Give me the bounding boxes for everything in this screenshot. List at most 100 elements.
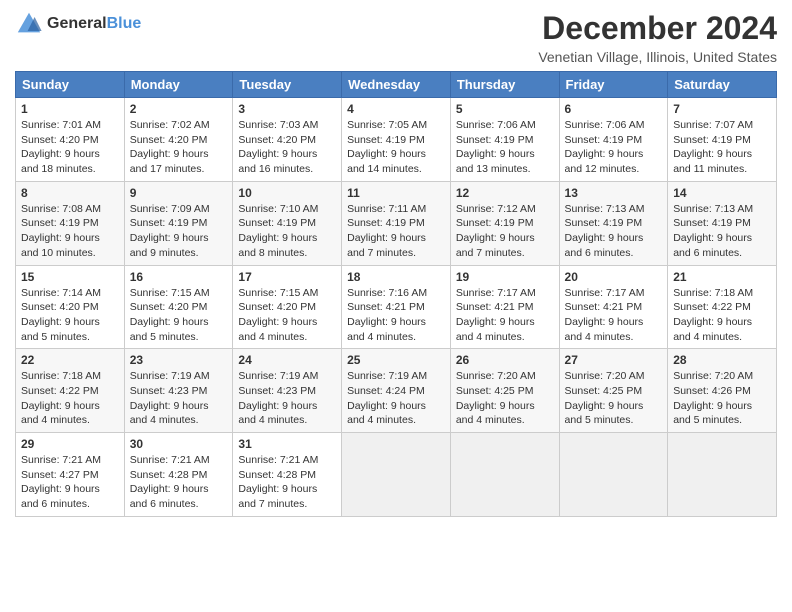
title-area: December 2024 Venetian Village, Illinois…: [538, 10, 777, 65]
calendar-cell: [342, 433, 451, 517]
calendar-cell: 6 Sunrise: 7:06 AM Sunset: 4:19 PM Dayli…: [559, 98, 668, 182]
header: GeneralBlue December 2024 Venetian Villa…: [15, 10, 777, 65]
day-number: 20: [565, 270, 663, 284]
column-header-thursday: Thursday: [450, 72, 559, 98]
column-header-saturday: Saturday: [668, 72, 777, 98]
cell-info: Sunrise: 7:01 AM Sunset: 4:20 PM Dayligh…: [21, 118, 119, 177]
cell-info: Sunrise: 7:13 AM Sunset: 4:19 PM Dayligh…: [565, 202, 663, 261]
cell-info: Sunrise: 7:21 AM Sunset: 4:28 PM Dayligh…: [238, 453, 336, 512]
day-number: 23: [130, 353, 228, 367]
cell-info: Sunrise: 7:14 AM Sunset: 4:20 PM Dayligh…: [21, 286, 119, 345]
day-number: 10: [238, 186, 336, 200]
column-header-tuesday: Tuesday: [233, 72, 342, 98]
calendar-cell: 29 Sunrise: 7:21 AM Sunset: 4:27 PM Dayl…: [16, 433, 125, 517]
cell-info: Sunrise: 7:21 AM Sunset: 4:28 PM Dayligh…: [130, 453, 228, 512]
calendar-cell: 7 Sunrise: 7:07 AM Sunset: 4:19 PM Dayli…: [668, 98, 777, 182]
calendar-cell: 25 Sunrise: 7:19 AM Sunset: 4:24 PM Dayl…: [342, 349, 451, 433]
day-number: 12: [456, 186, 554, 200]
cell-info: Sunrise: 7:19 AM Sunset: 4:24 PM Dayligh…: [347, 369, 445, 428]
day-number: 18: [347, 270, 445, 284]
day-number: 27: [565, 353, 663, 367]
calendar-cell: 30 Sunrise: 7:21 AM Sunset: 4:28 PM Dayl…: [124, 433, 233, 517]
calendar-cell: 27 Sunrise: 7:20 AM Sunset: 4:25 PM Dayl…: [559, 349, 668, 433]
cell-info: Sunrise: 7:20 AM Sunset: 4:25 PM Dayligh…: [456, 369, 554, 428]
calendar-cell: 13 Sunrise: 7:13 AM Sunset: 4:19 PM Dayl…: [559, 181, 668, 265]
calendar-cell: 31 Sunrise: 7:21 AM Sunset: 4:28 PM Dayl…: [233, 433, 342, 517]
calendar-cell: [559, 433, 668, 517]
day-number: 26: [456, 353, 554, 367]
cell-info: Sunrise: 7:19 AM Sunset: 4:23 PM Dayligh…: [130, 369, 228, 428]
calendar-cell: 10 Sunrise: 7:10 AM Sunset: 4:19 PM Dayl…: [233, 181, 342, 265]
week-row-2: 8 Sunrise: 7:08 AM Sunset: 4:19 PM Dayli…: [16, 181, 777, 265]
cell-info: Sunrise: 7:10 AM Sunset: 4:19 PM Dayligh…: [238, 202, 336, 261]
cell-info: Sunrise: 7:09 AM Sunset: 4:19 PM Dayligh…: [130, 202, 228, 261]
cell-info: Sunrise: 7:19 AM Sunset: 4:23 PM Dayligh…: [238, 369, 336, 428]
calendar-cell: 3 Sunrise: 7:03 AM Sunset: 4:20 PM Dayli…: [233, 98, 342, 182]
day-number: 6: [565, 102, 663, 116]
header-row: SundayMondayTuesdayWednesdayThursdayFrid…: [16, 72, 777, 98]
day-number: 31: [238, 437, 336, 451]
calendar-cell: 14 Sunrise: 7:13 AM Sunset: 4:19 PM Dayl…: [668, 181, 777, 265]
column-header-wednesday: Wednesday: [342, 72, 451, 98]
calendar-cell: 9 Sunrise: 7:09 AM Sunset: 4:19 PM Dayli…: [124, 181, 233, 265]
logo-general: General: [47, 15, 107, 32]
cell-info: Sunrise: 7:06 AM Sunset: 4:19 PM Dayligh…: [565, 118, 663, 177]
calendar-cell: 12 Sunrise: 7:12 AM Sunset: 4:19 PM Dayl…: [450, 181, 559, 265]
column-header-sunday: Sunday: [16, 72, 125, 98]
cell-info: Sunrise: 7:18 AM Sunset: 4:22 PM Dayligh…: [21, 369, 119, 428]
day-number: 9: [130, 186, 228, 200]
calendar-cell: 8 Sunrise: 7:08 AM Sunset: 4:19 PM Dayli…: [16, 181, 125, 265]
day-number: 5: [456, 102, 554, 116]
calendar-cell: 16 Sunrise: 7:15 AM Sunset: 4:20 PM Dayl…: [124, 265, 233, 349]
week-row-3: 15 Sunrise: 7:14 AM Sunset: 4:20 PM Dayl…: [16, 265, 777, 349]
cell-info: Sunrise: 7:21 AM Sunset: 4:27 PM Dayligh…: [21, 453, 119, 512]
calendar-cell: 17 Sunrise: 7:15 AM Sunset: 4:20 PM Dayl…: [233, 265, 342, 349]
calendar-cell: 23 Sunrise: 7:19 AM Sunset: 4:23 PM Dayl…: [124, 349, 233, 433]
cell-info: Sunrise: 7:06 AM Sunset: 4:19 PM Dayligh…: [456, 118, 554, 177]
day-number: 8: [21, 186, 119, 200]
day-number: 11: [347, 186, 445, 200]
day-number: 2: [130, 102, 228, 116]
logo-icon: [15, 10, 43, 38]
calendar-cell: 28 Sunrise: 7:20 AM Sunset: 4:26 PM Dayl…: [668, 349, 777, 433]
calendar-cell: 26 Sunrise: 7:20 AM Sunset: 4:25 PM Dayl…: [450, 349, 559, 433]
cell-info: Sunrise: 7:15 AM Sunset: 4:20 PM Dayligh…: [238, 286, 336, 345]
day-number: 17: [238, 270, 336, 284]
day-number: 25: [347, 353, 445, 367]
week-row-1: 1 Sunrise: 7:01 AM Sunset: 4:20 PM Dayli…: [16, 98, 777, 182]
cell-info: Sunrise: 7:05 AM Sunset: 4:19 PM Dayligh…: [347, 118, 445, 177]
location-title: Venetian Village, Illinois, United State…: [538, 49, 777, 65]
cell-info: Sunrise: 7:18 AM Sunset: 4:22 PM Dayligh…: [673, 286, 771, 345]
cell-info: Sunrise: 7:15 AM Sunset: 4:20 PM Dayligh…: [130, 286, 228, 345]
day-number: 4: [347, 102, 445, 116]
day-number: 3: [238, 102, 336, 116]
cell-info: Sunrise: 7:13 AM Sunset: 4:19 PM Dayligh…: [673, 202, 771, 261]
calendar-cell: 20 Sunrise: 7:17 AM Sunset: 4:21 PM Dayl…: [559, 265, 668, 349]
day-number: 16: [130, 270, 228, 284]
day-number: 14: [673, 186, 771, 200]
calendar-cell: 5 Sunrise: 7:06 AM Sunset: 4:19 PM Dayli…: [450, 98, 559, 182]
column-header-friday: Friday: [559, 72, 668, 98]
cell-info: Sunrise: 7:11 AM Sunset: 4:19 PM Dayligh…: [347, 202, 445, 261]
day-number: 22: [21, 353, 119, 367]
calendar-cell: 2 Sunrise: 7:02 AM Sunset: 4:20 PM Dayli…: [124, 98, 233, 182]
cell-info: Sunrise: 7:16 AM Sunset: 4:21 PM Dayligh…: [347, 286, 445, 345]
day-number: 1: [21, 102, 119, 116]
main-container: GeneralBlue December 2024 Venetian Villa…: [0, 0, 792, 527]
calendar-cell: 21 Sunrise: 7:18 AM Sunset: 4:22 PM Dayl…: [668, 265, 777, 349]
logo-blue: Blue: [107, 15, 142, 32]
calendar-cell: [668, 433, 777, 517]
calendar-cell: 1 Sunrise: 7:01 AM Sunset: 4:20 PM Dayli…: [16, 98, 125, 182]
day-number: 7: [673, 102, 771, 116]
day-number: 28: [673, 353, 771, 367]
week-row-5: 29 Sunrise: 7:21 AM Sunset: 4:27 PM Dayl…: [16, 433, 777, 517]
calendar-cell: 11 Sunrise: 7:11 AM Sunset: 4:19 PM Dayl…: [342, 181, 451, 265]
calendar-cell: 24 Sunrise: 7:19 AM Sunset: 4:23 PM Dayl…: [233, 349, 342, 433]
cell-info: Sunrise: 7:20 AM Sunset: 4:25 PM Dayligh…: [565, 369, 663, 428]
day-number: 30: [130, 437, 228, 451]
day-number: 29: [21, 437, 119, 451]
cell-info: Sunrise: 7:20 AM Sunset: 4:26 PM Dayligh…: [673, 369, 771, 428]
cell-info: Sunrise: 7:07 AM Sunset: 4:19 PM Dayligh…: [673, 118, 771, 177]
calendar-table: SundayMondayTuesdayWednesdayThursdayFrid…: [15, 71, 777, 517]
cell-info: Sunrise: 7:12 AM Sunset: 4:19 PM Dayligh…: [456, 202, 554, 261]
